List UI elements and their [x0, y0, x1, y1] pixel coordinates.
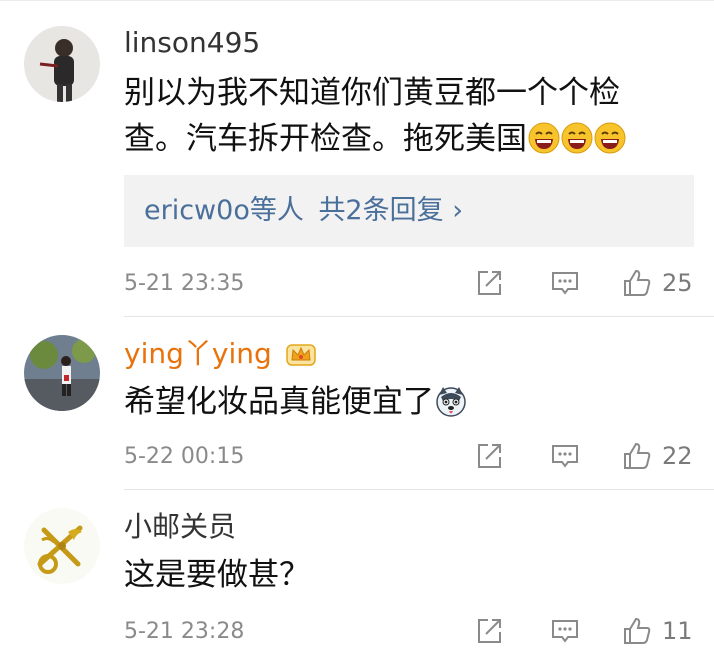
comment-meta: 5-21 23:35 25: [124, 263, 704, 303]
share-icon: [478, 271, 501, 295]
avatar[interactable]: [24, 335, 100, 411]
share-icon: [478, 444, 501, 468]
thumbs-up-icon: [624, 269, 651, 296]
avatar[interactable]: [24, 26, 100, 102]
husky-face-icon: [436, 387, 466, 417]
reply-summary[interactable]: ericw0o等人 共2条回复 ›: [124, 175, 694, 247]
timestamp: 5-21 23:35: [124, 271, 245, 296]
comment-text-line: 这是要做甚？: [124, 557, 310, 593]
comment-button[interactable]: [550, 263, 580, 303]
username[interactable]: 小邮关员: [124, 510, 236, 544]
comment-text: 这是要做甚？: [124, 552, 684, 598]
share-button[interactable]: [474, 611, 504, 651]
username[interactable]: ying丫ying: [124, 337, 317, 371]
thumbs-up-icon: [624, 442, 651, 469]
laughing-face-icon: [594, 122, 626, 154]
avatar[interactable]: [24, 508, 100, 584]
comment-text-line: 别以为我不知道你们黄豆都一个个检: [124, 75, 620, 111]
like-button[interactable]: 25: [622, 263, 693, 303]
comment-text: 希望化妆品真能便宜了: [124, 379, 684, 425]
share-icon: [478, 619, 501, 643]
like-count: 11: [662, 617, 693, 645]
comment-icon: [552, 272, 578, 295]
share-button[interactable]: [474, 263, 504, 303]
comment-button[interactable]: [550, 611, 580, 651]
thumbs-up-icon: [624, 617, 651, 644]
reply-users: ericw0o等人: [144, 195, 304, 226]
like-count: 22: [662, 442, 693, 470]
comment-item: 小邮关员 这是要做甚？ 5-21 23:28 11: [0, 490, 714, 656]
like-button[interactable]: 22: [622, 436, 693, 476]
share-button[interactable]: [474, 436, 504, 476]
comment-item: linson495 别以为我不知道你们黄豆都一个个检 查。汽车拆开检查。拖死美国…: [0, 0, 714, 316]
like-count: 25: [662, 269, 693, 297]
laughing-face-icon: [561, 122, 593, 154]
comment-text: 别以为我不知道你们黄豆都一个个检 查。汽车拆开检查。拖死美国: [124, 70, 684, 162]
reply-summary-text[interactable]: ericw0o等人 共2条回复 ›: [144, 194, 463, 228]
comment-icon: [552, 620, 578, 643]
timestamp: 5-22 00:15: [124, 444, 245, 469]
comment-item: ying丫ying 希望化妆品真能便宜了 5-22 00:15 22: [0, 317, 714, 489]
timestamp: 5-21 23:28: [124, 619, 245, 644]
laughing-face-icon: [528, 122, 560, 154]
comment-text-line: 查。汽车拆开检查。拖死美国: [124, 116, 684, 162]
comment-meta: 5-22 00:15 22: [124, 436, 704, 476]
comment-button[interactable]: [550, 436, 580, 476]
comment-meta: 5-21 23:28 11: [124, 611, 704, 651]
comment-icon: [552, 445, 578, 468]
view-replies-link[interactable]: 共2条回复 ›: [318, 195, 463, 226]
crown-icon: [285, 344, 316, 366]
like-button[interactable]: 11: [622, 611, 693, 651]
comment-text-line: 希望化妆品真能便宜了: [124, 379, 684, 425]
username[interactable]: linson495: [124, 26, 260, 60]
